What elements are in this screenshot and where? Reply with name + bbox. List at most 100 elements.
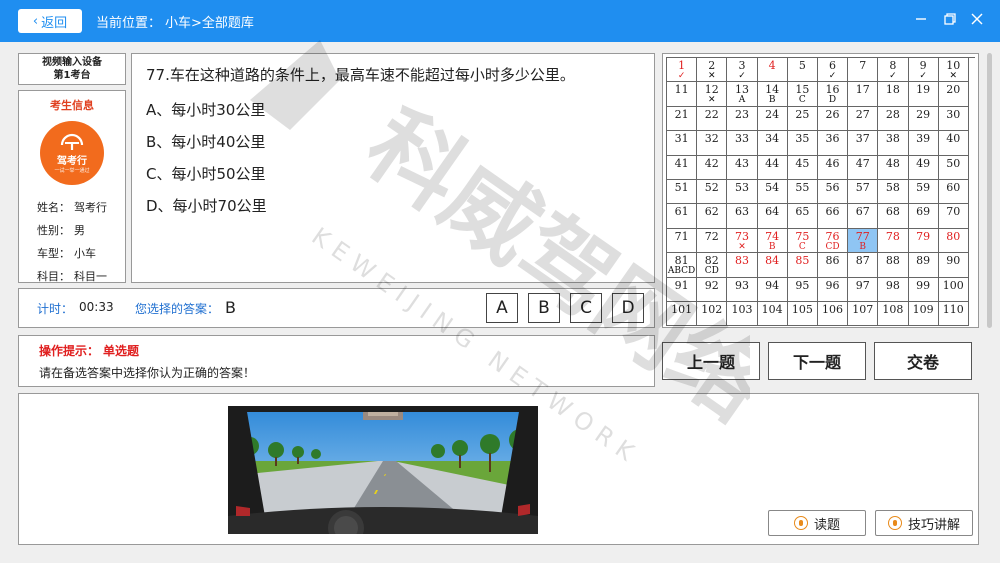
question-cell-77[interactable]: 77 B — [848, 228, 879, 254]
question-cell-60[interactable]: 60 — [938, 179, 969, 205]
question-cell-28[interactable]: 28 — [878, 106, 909, 132]
question-cell-38[interactable]: 38 — [878, 131, 909, 156]
question-cell-41[interactable]: 41 — [667, 155, 698, 180]
question-cell-44[interactable]: 44 — [757, 155, 788, 180]
question-cell-40[interactable]: 40 — [938, 131, 969, 156]
question-cell-98[interactable]: 98 — [878, 277, 909, 302]
question-cell-88[interactable]: 88 — [878, 253, 909, 278]
question-cell-14[interactable]: 14 B — [757, 82, 788, 107]
question-cell-12[interactable]: 12 ✕ — [697, 82, 728, 107]
back-button[interactable]: ‹ 返回 — [18, 9, 82, 33]
question-cell-17[interactable]: 17 — [848, 82, 879, 107]
question-cell-67[interactable]: 67 — [848, 204, 879, 229]
question-cell-13[interactable]: 13 A — [727, 82, 758, 107]
question-cell-2[interactable]: 2 ✕ — [697, 58, 728, 83]
question-cell-39[interactable]: 39 — [908, 131, 939, 156]
question-cell-42[interactable]: 42 — [697, 155, 728, 180]
question-cell-85[interactable]: 85 — [787, 253, 818, 278]
question-cell-79[interactable]: 79 — [908, 228, 939, 254]
question-cell-35[interactable]: 35 — [787, 131, 818, 156]
question-cell-33[interactable]: 33 — [727, 131, 758, 156]
question-cell-20[interactable]: 20 — [938, 82, 969, 107]
option-b[interactable]: B、每小时40公里 — [146, 131, 640, 152]
question-cell-64[interactable]: 64 — [757, 204, 788, 229]
question-cell-74[interactable]: 74 B — [757, 228, 788, 254]
question-cell-11[interactable]: 11 — [667, 82, 698, 107]
question-cell-91[interactable]: 91 — [667, 277, 698, 302]
question-cell-8[interactable]: 8 ✓ — [878, 58, 909, 83]
question-cell-73[interactable]: 73 ✕ — [727, 228, 758, 254]
question-cell-75[interactable]: 75 C — [787, 228, 818, 254]
question-cell-107[interactable]: 107 — [848, 301, 879, 327]
question-cell-110[interactable]: 110 — [938, 301, 969, 327]
question-cell-54[interactable]: 54 — [757, 179, 788, 205]
question-cell-26[interactable]: 26 — [817, 106, 849, 132]
question-cell-19[interactable]: 19 — [908, 82, 939, 107]
question-cell-4[interactable]: 4 — [757, 58, 788, 83]
question-cell-53[interactable]: 53 — [727, 179, 758, 205]
question-cell-43[interactable]: 43 — [727, 155, 758, 180]
prev-question-button[interactable]: 上一题 — [662, 342, 760, 380]
next-question-button[interactable]: 下一题 — [768, 342, 866, 380]
question-cell-84[interactable]: 84 — [757, 253, 788, 278]
question-cell-32[interactable]: 32 — [697, 131, 728, 156]
question-cell-101[interactable]: 101 — [667, 301, 698, 327]
question-cell-70[interactable]: 70 — [938, 204, 969, 229]
question-cell-47[interactable]: 47 — [848, 155, 879, 180]
question-cell-99[interactable]: 99 — [908, 277, 939, 302]
restore-icon[interactable] — [941, 10, 959, 28]
question-cell-21[interactable]: 21 — [667, 106, 698, 132]
question-cell-106[interactable]: 106 — [817, 301, 849, 327]
question-cell-105[interactable]: 105 — [787, 301, 818, 327]
question-cell-3[interactable]: 3 ✓ — [727, 58, 758, 83]
question-cell-78[interactable]: 78 — [878, 228, 909, 254]
question-cell-61[interactable]: 61 — [667, 204, 698, 229]
question-cell-16[interactable]: 16 D — [817, 82, 849, 107]
question-cell-18[interactable]: 18 — [878, 82, 909, 107]
question-cell-92[interactable]: 92 — [697, 277, 728, 302]
question-cell-65[interactable]: 65 — [787, 204, 818, 229]
submit-button[interactable]: 交卷 — [874, 342, 972, 380]
question-cell-100[interactable]: 100 — [938, 277, 969, 302]
question-cell-80[interactable]: 80 — [938, 228, 969, 254]
question-cell-82[interactable]: 82 CD — [697, 253, 728, 278]
question-cell-96[interactable]: 96 — [817, 277, 849, 302]
question-cell-69[interactable]: 69 — [908, 204, 939, 229]
question-cell-48[interactable]: 48 — [878, 155, 909, 180]
question-cell-27[interactable]: 27 — [848, 106, 879, 132]
question-cell-22[interactable]: 22 — [697, 106, 728, 132]
question-cell-10[interactable]: 10 ✕ — [938, 58, 969, 83]
question-cell-49[interactable]: 49 — [908, 155, 939, 180]
question-cell-6[interactable]: 6 ✓ — [817, 58, 849, 83]
answer-button-d[interactable]: D — [612, 293, 644, 323]
question-cell-59[interactable]: 59 — [908, 179, 939, 205]
question-cell-109[interactable]: 109 — [908, 301, 939, 327]
question-cell-52[interactable]: 52 — [697, 179, 728, 205]
question-cell-15[interactable]: 15 C — [787, 82, 818, 107]
scrollbar-thumb[interactable] — [987, 53, 992, 328]
question-cell-83[interactable]: 83 — [727, 253, 758, 278]
question-cell-97[interactable]: 97 — [848, 277, 879, 302]
question-cell-50[interactable]: 50 — [938, 155, 969, 180]
question-cell-63[interactable]: 63 — [727, 204, 758, 229]
question-cell-55[interactable]: 55 — [787, 179, 818, 205]
question-cell-31[interactable]: 31 — [667, 131, 698, 156]
question-cell-90[interactable]: 90 — [938, 253, 969, 278]
question-cell-76[interactable]: 76 CD — [817, 228, 849, 254]
question-cell-9[interactable]: 9 ✓ — [908, 58, 939, 83]
question-cell-108[interactable]: 108 — [878, 301, 909, 327]
question-cell-57[interactable]: 57 — [848, 179, 879, 205]
question-cell-5[interactable]: 5 — [787, 58, 818, 83]
question-cell-62[interactable]: 62 — [697, 204, 728, 229]
question-cell-104[interactable]: 104 — [757, 301, 788, 327]
question-cell-46[interactable]: 46 — [817, 155, 849, 180]
question-cell-58[interactable]: 58 — [878, 179, 909, 205]
question-cell-51[interactable]: 51 — [667, 179, 698, 205]
question-cell-45[interactable]: 45 — [787, 155, 818, 180]
question-cell-25[interactable]: 25 — [787, 106, 818, 132]
question-cell-37[interactable]: 37 — [848, 131, 879, 156]
question-cell-102[interactable]: 102 — [697, 301, 728, 327]
answer-button-a[interactable]: A — [486, 293, 518, 323]
question-cell-94[interactable]: 94 — [757, 277, 788, 302]
answer-button-b[interactable]: B — [528, 293, 560, 323]
